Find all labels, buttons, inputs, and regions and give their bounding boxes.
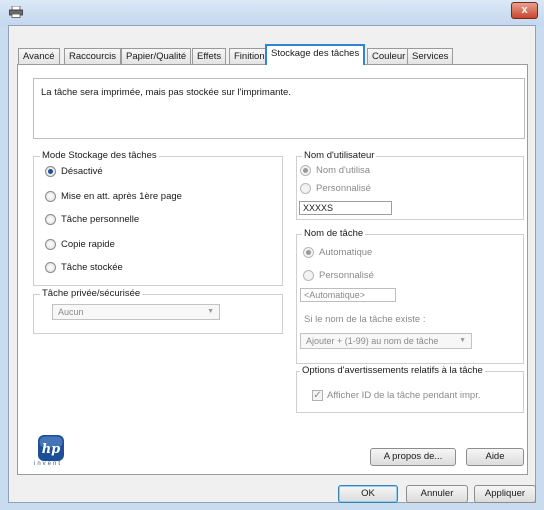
about-button[interactable]: A propos de... (370, 448, 456, 466)
radio-mise-en-attente[interactable]: Mise en att. après 1ère page (45, 189, 182, 203)
radio-automatique[interactable]: Automatique (303, 245, 372, 259)
job-name-input[interactable]: <Automatique> (300, 288, 396, 302)
tab-raccourcis[interactable]: Raccourcis (64, 48, 121, 64)
radio-label: Mise en att. après 1ère page (61, 190, 182, 202)
radio-button[interactable] (303, 269, 314, 281)
svg-text:hp: hp (42, 442, 61, 457)
checkmark-icon[interactable]: ✓ (312, 390, 323, 401)
job-exists-select-value: Ajouter + (1-99) au nom de tâche (306, 336, 439, 346)
radio-label: Automatique (319, 246, 373, 258)
radio-label: Tâche stockée (61, 261, 123, 273)
alerts-legend: Options d'avertissements relatifs à la t… (300, 365, 485, 376)
radio-job-personnalise[interactable]: Personnalisé (303, 268, 374, 282)
radio-button[interactable] (45, 190, 56, 202)
job-exists-label: Si le nom de la tâche existe : (304, 314, 426, 325)
show-job-id-checkbox[interactable]: ✓ Afficher ID de la tâche pendant impr. (312, 390, 481, 401)
status-message: La tâche sera imprimée, mais pas stockée… (33, 78, 525, 139)
radio-label: Copie rapide (61, 238, 115, 250)
chevron-down-icon: ▼ (459, 337, 466, 344)
radio-button[interactable] (300, 182, 311, 194)
close-button[interactable]: x (511, 2, 538, 19)
radio-label: Désactivé (61, 165, 103, 177)
tab-effets[interactable]: Effets (192, 48, 227, 64)
radio-button[interactable] (45, 261, 56, 273)
private-job-select-value: Aucun (58, 307, 84, 317)
ok-button[interactable]: OK (338, 485, 398, 503)
radio-button[interactable] (45, 165, 56, 177)
logo-tagline: invent (34, 461, 63, 467)
radio-button[interactable] (45, 238, 56, 250)
chevron-down-icon: ▼ (207, 308, 214, 315)
private-job-legend: Tâche privée/sécurisée (40, 288, 143, 299)
apply-button[interactable]: Appliquer (474, 485, 536, 503)
tab-finition[interactable]: Finition (229, 48, 270, 64)
radio-label: Nom d'utilisa (316, 164, 371, 176)
printer-icon (9, 6, 23, 18)
username-legend: Nom d'utilisateur (302, 150, 377, 161)
radio-label: Tâche personnelle (61, 213, 140, 225)
tab-stockage-des-taches[interactable]: Stockage des tâches (265, 44, 366, 65)
title-bar: x (0, 0, 544, 26)
storage-mode-legend: Mode Stockage des tâches (40, 150, 159, 161)
cancel-button[interactable]: Annuler (406, 485, 468, 503)
radio-button[interactable] (303, 246, 314, 258)
radio-button[interactable] (300, 164, 311, 176)
radio-tache-personnelle[interactable]: Tâche personnelle (45, 212, 139, 226)
radio-label: Personnalisé (316, 182, 371, 194)
help-button[interactable]: Aide (466, 448, 524, 466)
tab-couleur[interactable]: Couleur (367, 48, 411, 64)
radio-user-personnalise[interactable]: Personnalisé (300, 181, 371, 195)
radio-tache-stockee[interactable]: Tâche stockée (45, 260, 123, 274)
radio-label: Personnalisé (319, 269, 374, 281)
radio-button[interactable] (45, 213, 56, 225)
tab-avance[interactable]: Avancé (18, 48, 60, 64)
radio-copie-rapide[interactable]: Copie rapide (45, 237, 115, 251)
job-exists-select[interactable]: Ajouter + (1-99) au nom de tâche ▼ (300, 333, 472, 349)
tab-services[interactable]: Services (407, 48, 454, 64)
tab-papier-qualite[interactable]: Papier/Qualité (121, 48, 192, 64)
username-input[interactable]: XXXXS (299, 201, 392, 215)
job-name-legend: Nom de tâche (302, 228, 366, 239)
radio-nom-utilisateur[interactable]: Nom d'utilisa (300, 163, 370, 177)
private-job-select[interactable]: Aucun ▼ (52, 304, 220, 320)
hp-logo-icon: hp (38, 435, 64, 461)
radio-desactive[interactable]: Désactivé (45, 164, 103, 178)
checkbox-label: Afficher ID de la tâche pendant impr. (327, 390, 481, 401)
